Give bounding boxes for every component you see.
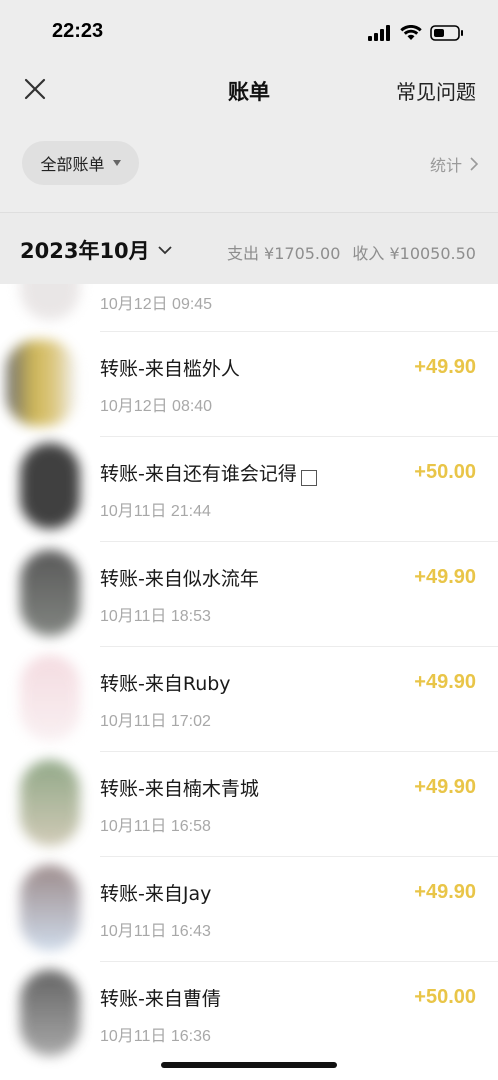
- month-picker[interactable]: 2023年10月: [20, 235, 172, 265]
- transaction-title: 转账-来自楠木青城: [100, 778, 259, 800]
- list-item[interactable]: 10月12日 09:45: [0, 284, 498, 332]
- emoji-placeholder-icon: [300, 470, 317, 486]
- list-item[interactable]: 转账-来自还有谁会记得 10月11日 21:44 +50.00: [0, 437, 498, 542]
- transaction-amount: +49.90: [414, 356, 476, 378]
- transaction-list: 10月12日 09:45 转账-来自槛外人 10月12日 08:40 +49.9…: [0, 284, 498, 1080]
- transaction-time: 10月12日 09:45: [100, 296, 213, 313]
- transaction-time: 10月11日 17:02: [100, 713, 211, 730]
- avatar: [20, 970, 80, 1056]
- transaction-time: 10月11日 18:53: [100, 608, 211, 625]
- transaction-time: 10月11日 16:58: [100, 818, 211, 835]
- stats-link[interactable]: 统计: [430, 152, 478, 176]
- stats-label: 统计: [429, 156, 462, 175]
- bill-filter-dropdown[interactable]: 全部账单: [22, 141, 139, 185]
- transaction-time: 10月11日 16:36: [100, 1028, 211, 1045]
- transaction-amount: +49.90: [414, 671, 476, 693]
- list-item[interactable]: 转账-来自楠木青城 10月11日 16:58 +49.90: [0, 752, 498, 857]
- transaction-amount: +49.90: [414, 776, 476, 798]
- cellular-signal-icon: [368, 25, 390, 41]
- transaction-time: 10月11日 21:44: [100, 503, 211, 520]
- bill-filter-label: 全部账单: [40, 155, 105, 174]
- home-indicator[interactable]: [161, 1062, 337, 1068]
- status-time: 22:23: [52, 20, 104, 42]
- transaction-title: 转账-来自Jay: [100, 883, 212, 905]
- avatar: [20, 865, 80, 951]
- month-totals: 支出 ¥1705.00 收入 ¥10050.50: [227, 240, 476, 264]
- wifi-icon: [400, 25, 422, 40]
- list-item[interactable]: 转账-来自Jay 10月11日 16:43 +49.90: [0, 857, 498, 962]
- filter-bar: 全部账单 统计: [0, 116, 498, 212]
- transaction-title: 转账-来自Ruby: [100, 673, 231, 695]
- transaction-amount: +50.00: [414, 461, 476, 483]
- list-item[interactable]: 转账-来自曹倩 10月11日 16:36 +50.00: [0, 962, 498, 1067]
- avatar: [20, 550, 80, 636]
- transaction-title: 转账-来自槛外人: [100, 358, 240, 380]
- transaction-amount: +50.00: [414, 986, 476, 1008]
- battery-icon: [430, 25, 463, 41]
- status-icons: [368, 22, 464, 44]
- income-total: 收入 ¥10050.50: [352, 244, 476, 263]
- transaction-time: 10月11日 16:43: [100, 923, 211, 940]
- transaction-title: 转账-来自还有谁会记得: [100, 459, 317, 486]
- avatar: [20, 655, 80, 741]
- month-label: 2023年10月: [20, 239, 150, 263]
- chevron-down-icon: [158, 246, 172, 255]
- chevron-right-icon: [470, 157, 478, 171]
- avatar: [20, 443, 80, 529]
- transaction-title-text: 转账-来自还有谁会记得: [100, 463, 297, 485]
- expense-total: 支出 ¥1705.00: [226, 244, 341, 263]
- avatar: [20, 284, 80, 320]
- transaction-title: 转账-来自似水流年: [100, 568, 259, 590]
- caret-down-icon: [112, 160, 121, 166]
- transaction-amount: +49.90: [414, 566, 476, 588]
- transaction-time: 10月12日 08:40: [100, 398, 213, 415]
- transaction-amount: +49.90: [414, 881, 476, 903]
- transaction-title: 转账-来自曹倩: [100, 988, 221, 1010]
- faq-link[interactable]: 常见问题: [396, 76, 476, 105]
- list-item[interactable]: 转账-来自Ruby 10月11日 17:02 +49.90: [0, 647, 498, 752]
- avatar: [6, 340, 76, 426]
- nav-bar: 账单 常见问题: [0, 62, 498, 116]
- month-summary-bar: 2023年10月 支出 ¥1705.00 收入 ¥10050.50: [0, 212, 498, 284]
- avatar: [20, 760, 80, 846]
- list-item[interactable]: 转账-来自槛外人 10月12日 08:40 +49.90: [0, 332, 498, 437]
- status-bar: 22:23: [0, 0, 498, 62]
- list-item[interactable]: 转账-来自似水流年 10月11日 18:53 +49.90: [0, 542, 498, 647]
